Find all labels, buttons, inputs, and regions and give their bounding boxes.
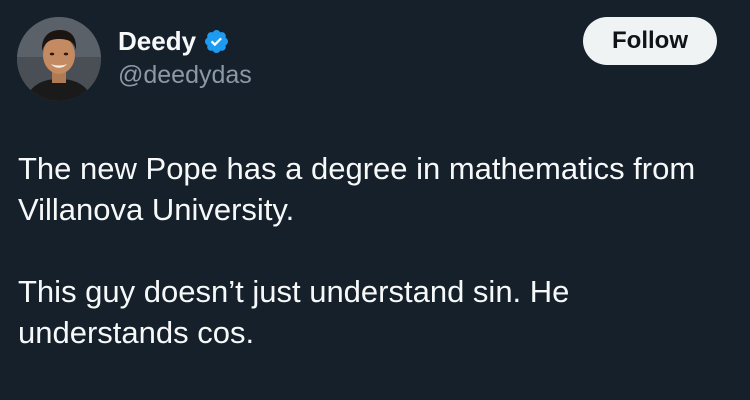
- user-handle[interactable]: @deedydas: [118, 60, 252, 90]
- avatar-image: [17, 17, 101, 101]
- verified-badge-icon: [203, 28, 230, 55]
- tweet-card: Deedy @deedydas Follow The new Pope has …: [0, 0, 750, 400]
- tweet-paragraph: The new Pope has a degree in mathematics…: [18, 151, 696, 227]
- tweet-paragraph: This guy doesn’t just understand sin. He…: [18, 274, 570, 350]
- display-name[interactable]: Deedy: [118, 24, 196, 58]
- follow-button[interactable]: Follow: [583, 17, 717, 65]
- author-block: Deedy @deedydas: [118, 24, 252, 90]
- tweet-text: The new Pope has a degree in mathematics…: [18, 148, 733, 353]
- avatar[interactable]: [17, 17, 101, 101]
- name-row: Deedy: [118, 24, 252, 58]
